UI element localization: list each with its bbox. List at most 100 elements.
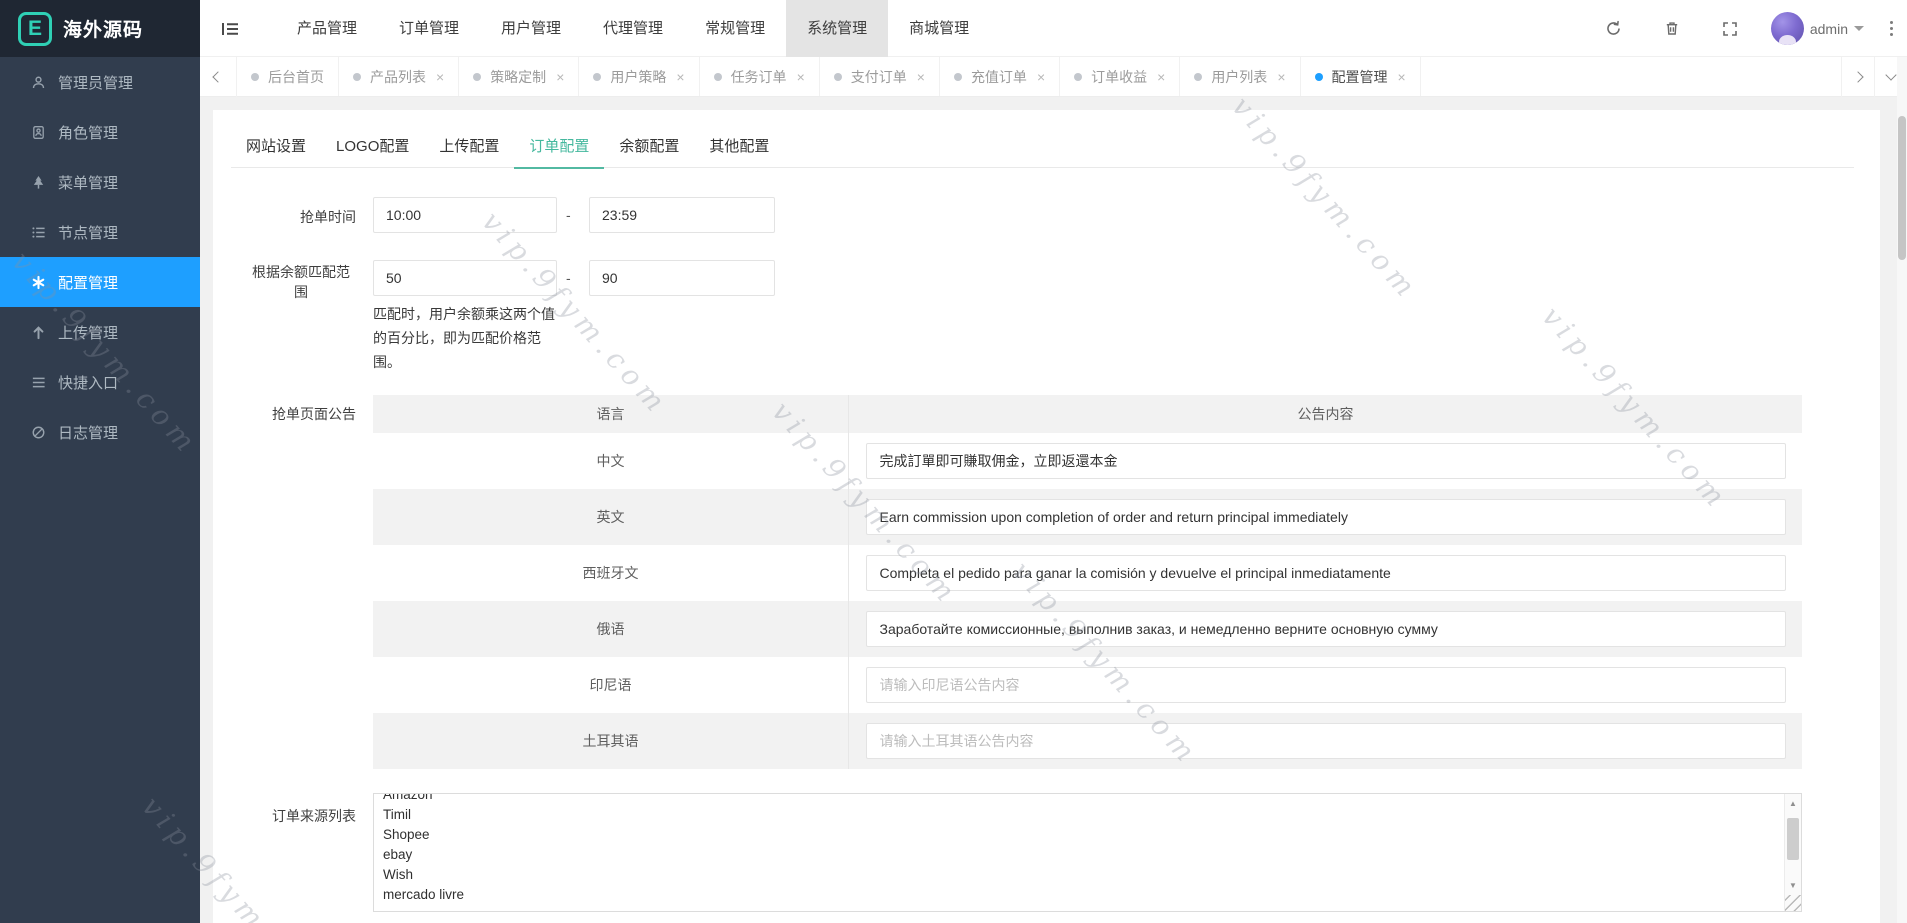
tab-close-icon[interactable]: × [676,70,684,84]
tab-config-management[interactable]: 配置管理 × [1301,57,1421,96]
config-asterisk-icon [30,274,46,290]
sidebar-collapse-button[interactable] [204,0,256,57]
page-tab-bar: 后台首页 产品列表 × 策略定制 × 用户策略 × 任务订单 × [200,57,1907,97]
fullscreen-icon[interactable] [1713,12,1747,46]
sidebar-item-quick-entry[interactable]: 快捷入口 [0,357,200,407]
textarea-scroll-thumb[interactable] [1787,818,1799,860]
tab-site-settings[interactable]: 网站设置 [231,128,321,168]
table-row-indonesian: 印尼语 [373,657,1802,713]
table-row-chinese: 中文 [373,433,1802,489]
tab-dashboard[interactable]: 后台首页 [237,57,339,96]
tab-user-strategy[interactable]: 用户策略 × [579,57,699,96]
sidebar-item-label: 管理员管理 [58,72,133,93]
announcement-input-english[interactable] [866,499,1786,535]
scroll-down-icon[interactable]: ▼ [1785,877,1801,893]
tab-close-icon[interactable]: × [436,70,444,84]
sidebar-item-node-management[interactable]: 节点管理 [0,207,200,257]
sidebar-item-menu-management[interactable]: 菜单管理 [0,157,200,207]
announcement-input-chinese[interactable] [866,443,1786,479]
tab-task-orders[interactable]: 任务订单 × [700,57,820,96]
top-menu-item-general[interactable]: 常规管理 [684,0,786,57]
tab-user-list[interactable]: 用户列表 × [1180,57,1300,96]
tab-close-icon[interactable]: × [556,70,564,84]
sidebar-item-config-management[interactable]: 配置管理 [0,257,200,307]
menu-tree-icon [30,174,46,190]
refresh-icon[interactable] [1597,12,1631,46]
announcement-table-header: 语言 公告内容 [373,395,1802,433]
tab-label: 订单收益 [1091,67,1147,87]
tab-dot-icon [251,73,259,81]
textarea-resize-grip[interactable] [1785,895,1801,911]
tab-dot-icon [954,73,962,81]
content-cell [848,713,1802,769]
tab-payment-orders[interactable]: 支付订单 × [820,57,940,96]
tab-close-icon[interactable]: × [1398,70,1406,84]
page-scrollbar[interactable] [1897,57,1907,923]
tab-other-config[interactable]: 其他配置 [694,128,784,168]
trash-icon[interactable] [1655,12,1689,46]
tab-label: 配置管理 [1332,67,1388,87]
scroll-up-icon[interactable]: ▲ [1785,795,1801,811]
language-cell: 中文 [373,433,848,489]
brand-logo[interactable]: E 海外源码 [0,0,200,57]
sidebar-item-upload-management[interactable]: 上传管理 [0,307,200,357]
tab-order-config[interactable]: 订单配置 [514,128,604,168]
tab-recharge-orders[interactable]: 充值订单 × [940,57,1060,96]
tab-close-icon[interactable]: × [1037,70,1045,84]
order-source-label: 订单来源列表 [213,806,356,826]
tab-order-earnings[interactable]: 订单收益 × [1060,57,1180,96]
tab-product-list[interactable]: 产品列表 × [339,57,459,96]
top-menu-item-products[interactable]: 产品管理 [276,0,378,57]
tab-label: 充值订单 [971,67,1027,87]
tab-dot-icon [1074,73,1082,81]
sidebar-item-label: 角色管理 [58,122,118,143]
sidebar-item-admin-management[interactable]: 管理员管理 [0,57,200,107]
top-menu-item-orders[interactable]: 订单管理 [378,0,480,57]
page-scroll-thumb[interactable] [1898,116,1906,260]
top-header: E 海外源码 产品管理 订单管理 用户管理 代理管理 常规管理 系统管理 商城管… [0,0,1907,57]
order-source-textarea[interactable]: Amazon Timil Shopee ebay Wish mercado li… [373,793,1802,912]
content-cell [848,489,1802,545]
announcement-input-turkish[interactable] [866,723,1786,759]
content-cell [848,601,1802,657]
grab-time-to-input[interactable] [589,197,775,233]
tab-logo-config[interactable]: LOGO配置 [321,128,424,168]
balance-range-from-input[interactable] [373,260,557,296]
tab-label: 产品列表 [370,67,426,87]
tab-scroll-right-button[interactable] [1841,57,1874,97]
top-menu: 产品管理 订单管理 用户管理 代理管理 常规管理 系统管理 商城管理 [276,0,990,57]
announcement-input-russian[interactable] [866,611,1786,647]
top-menu-item-agents[interactable]: 代理管理 [582,0,684,57]
announcement-input-spanish[interactable] [866,555,1786,591]
grab-time-from-input[interactable] [373,197,557,233]
brand-name: 海外源码 [63,15,143,42]
tab-upload-config[interactable]: 上传配置 [424,128,514,168]
top-menu-item-mall[interactable]: 商城管理 [888,0,990,57]
user-icon [30,74,46,90]
top-menu-item-system[interactable]: 系统管理 [786,0,888,57]
announcement-input-indonesian[interactable] [866,667,1786,703]
user-menu[interactable]: admin [1771,12,1864,45]
tab-balance-config[interactable]: 余额配置 [604,128,694,168]
tab-close-icon[interactable]: × [917,70,925,84]
log-circle-icon [30,424,46,440]
top-menu-item-users[interactable]: 用户管理 [480,0,582,57]
tab-strategy-custom[interactable]: 策略定制 × [459,57,579,96]
content-cell [848,657,1802,713]
textarea-scrollbar[interactable]: ▲ ▼ [1784,794,1801,911]
sidebar-item-label: 节点管理 [58,222,118,243]
balance-range-to-input[interactable] [589,260,775,296]
tab-close-icon[interactable]: × [1157,70,1165,84]
tab-label: 任务订单 [731,67,787,87]
user-name: admin [1810,21,1848,37]
sidebar-item-log-management[interactable]: 日志管理 [0,407,200,457]
sidebar-item-role-management[interactable]: 角色管理 [0,107,200,157]
chevron-left-icon [212,71,223,82]
more-options-icon[interactable] [1890,27,1893,30]
tab-close-icon[interactable]: × [1277,70,1285,84]
tab-close-icon[interactable]: × [797,70,805,84]
chevron-down-icon [1885,69,1896,80]
tab-scroll-left-button[interactable] [200,57,237,97]
sidebar-item-label: 日志管理 [58,422,118,443]
language-cell: 英文 [373,489,848,545]
